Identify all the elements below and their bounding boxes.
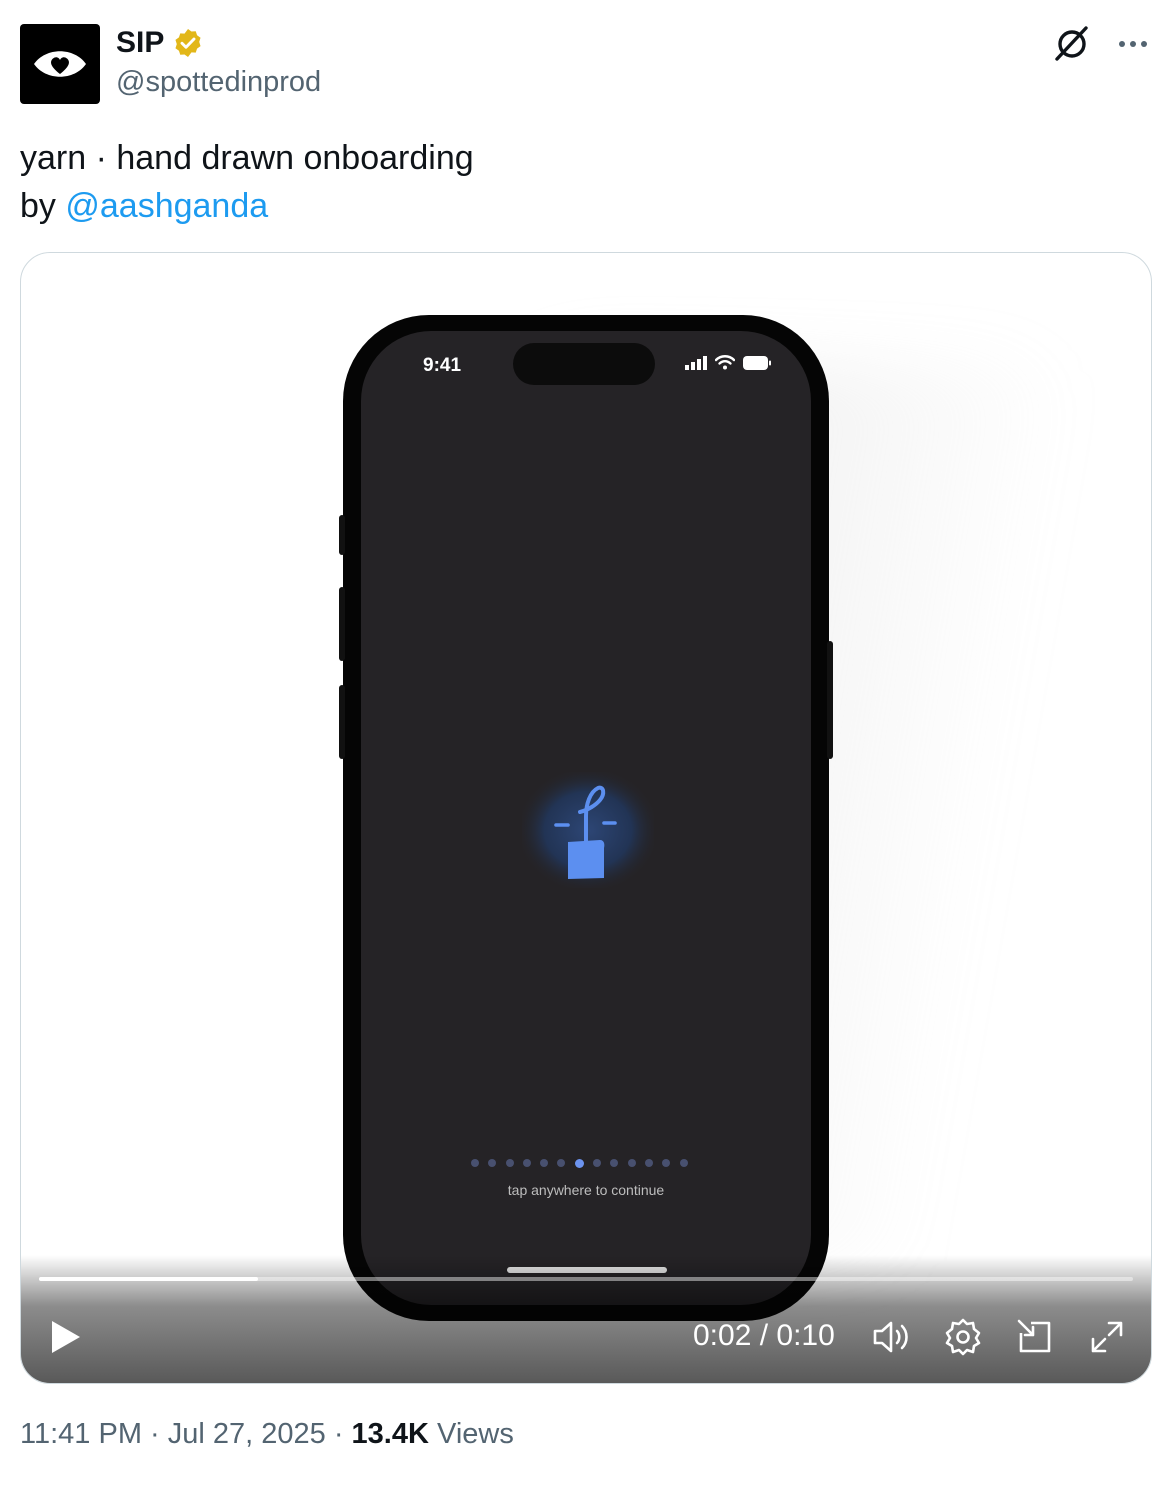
grok-button[interactable] <box>1052 24 1092 64</box>
phone-side-button <box>827 641 833 759</box>
page-dot <box>662 1159 671 1167</box>
page-dot-active <box>574 1158 584 1168</box>
phone-mockup: 9:41 tap anywhere to continue <box>339 315 833 1321</box>
page-dot <box>540 1159 549 1167</box>
play-icon <box>52 1321 80 1353</box>
picture-in-picture-button[interactable] <box>1015 1317 1055 1362</box>
post-line-2: by @aashganda <box>20 182 474 230</box>
yarn-logo-icon <box>522 772 654 888</box>
fullscreen-icon <box>1091 1321 1123 1353</box>
page-dot <box>557 1159 566 1167</box>
page-dot <box>593 1159 602 1167</box>
grok-icon <box>1055 26 1088 61</box>
settings-button[interactable] <box>943 1317 983 1362</box>
onboarding-page-dots <box>471 1158 688 1168</box>
pip-icon <box>1017 1319 1051 1353</box>
video-player[interactable]: 9:41 tap anywhere to continue 0:02 / 0:1… <box>20 252 1152 1384</box>
page-dot <box>627 1159 636 1167</box>
status-time: 9:41 <box>423 355 462 376</box>
play-button[interactable] <box>49 1319 83 1360</box>
post-text: yarn · hand drawn onboarding by @aashgan… <box>20 134 474 230</box>
settings-icon <box>945 1318 981 1356</box>
phone-volume-up <box>339 587 345 661</box>
battery-icon <box>743 355 771 370</box>
dynamic-island <box>513 343 655 385</box>
video-time: 0:02 / 0:10 <box>693 1319 835 1352</box>
page-dot <box>610 1159 619 1167</box>
verified-badge-icon <box>175 29 201 57</box>
post-meta: 11:41 PM · Jul 27, 2025 · 13.4K Views <box>20 1418 514 1451</box>
volume-button[interactable] <box>871 1317 911 1362</box>
page-dot <box>522 1159 531 1167</box>
author-handle[interactable]: @spottedinprod <box>116 66 321 99</box>
page-dot <box>505 1159 514 1167</box>
signal-icon <box>685 355 707 370</box>
views-label: Views <box>428 1418 514 1450</box>
eye-heart-logo-icon <box>34 51 86 77</box>
avatar[interactable] <box>20 24 100 104</box>
phone-action-button <box>339 515 345 555</box>
video-progress-bar[interactable] <box>39 1277 1133 1281</box>
page-dot <box>471 1159 479 1167</box>
phone-screen[interactable]: 9:41 tap anywhere to continue <box>361 331 811 1305</box>
phone-volume-down <box>339 685 345 759</box>
page-dot <box>488 1159 497 1167</box>
video-progress-fill <box>39 1277 258 1281</box>
post-timestamp[interactable]: 11:41 PM · Jul 27, 2025 · <box>20 1418 352 1450</box>
author-name[interactable]: SIP <box>116 26 164 60</box>
post-actions <box>1052 24 1148 64</box>
views-count: 13.4K <box>351 1418 429 1450</box>
post-line-1: yarn · hand drawn onboarding <box>20 139 474 177</box>
mention-link[interactable]: @aashganda <box>65 187 268 225</box>
page-dot <box>679 1159 688 1167</box>
wifi-icon <box>715 355 735 370</box>
more-icon <box>1119 41 1147 47</box>
page-dot <box>644 1159 653 1167</box>
tap-to-continue-text: tap anywhere to continue <box>507 1182 665 1198</box>
by-prefix: by <box>20 187 66 225</box>
more-button[interactable] <box>1118 39 1148 49</box>
fullscreen-button[interactable] <box>1087 1317 1127 1362</box>
author-name-row: SIP <box>116 26 204 60</box>
volume-icon <box>873 1321 908 1353</box>
status-icons <box>685 355 771 370</box>
